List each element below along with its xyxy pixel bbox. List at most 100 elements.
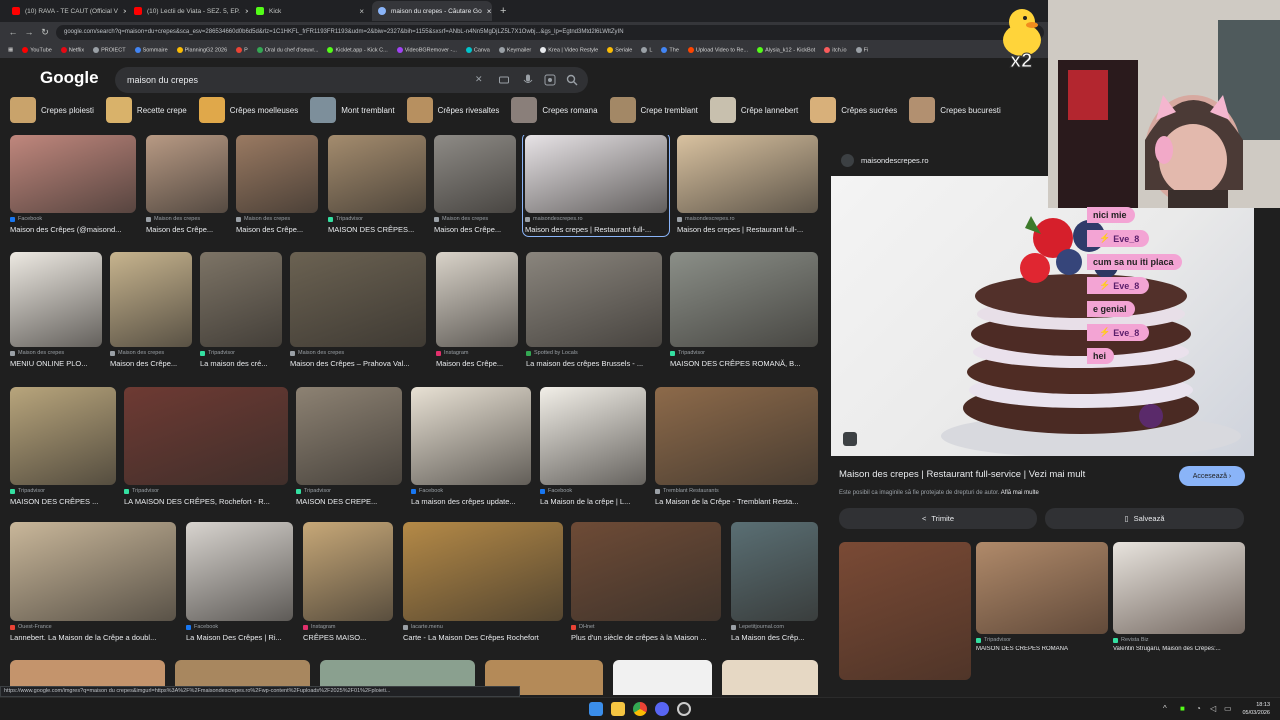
microphone-icon[interactable] [523, 74, 533, 86]
bookmark-item[interactable]: Fi [855, 46, 868, 53]
result-title[interactable]: MAISON DES CRÊPES... [328, 225, 426, 234]
related-image[interactable]: Tripadvisor MAISON DES CRÊPES ROMANĂ [976, 542, 1108, 652]
result-title[interactable]: MAISON DES CRÊPES ROMANĂ, B... [670, 359, 818, 368]
result-thumbnail[interactable] [236, 135, 318, 213]
tray-app-icon[interactable]: ■ [1180, 704, 1185, 713]
image-result[interactable]: Tripadvisor MAISON DES CRÊPES ROMANĂ, B..… [670, 252, 818, 368]
image-result[interactable]: maisondescrepes.ro Maison des crepes | Re… [677, 135, 818, 234]
result-thumbnail[interactable] [655, 387, 818, 485]
result-thumbnail[interactable] [411, 387, 531, 485]
image-result[interactable]: Maison des crepes Maison des Crêpe... [110, 252, 192, 368]
result-thumbnail[interactable] [434, 135, 516, 213]
bookmark-item[interactable]: Netflix [60, 46, 84, 53]
bookmark-item[interactable]: L [641, 46, 652, 53]
image-result[interactable]: Instagram Maison des Crêpe... [436, 252, 518, 368]
tab-3[interactable]: maison du crepes - Căutare Go × [372, 1, 492, 21]
image-result[interactable]: Tripadvisor MAISON DES CREPE... [296, 387, 402, 506]
chip-2[interactable]: Crêpes moelleuses [198, 97, 306, 123]
result-title[interactable]: La Maison Des Crêpes | Ri... [186, 633, 293, 642]
network-icon[interactable]: ◔ [1196, 704, 1201, 713]
result-thumbnail[interactable] [436, 252, 518, 347]
file-explorer-icon[interactable] [611, 702, 625, 716]
result-title[interactable]: LA MAISON DES CRÊPES, Rochefort - R... [124, 497, 288, 506]
bookmark-item[interactable]: Kicklet.app - Kick C... [327, 46, 388, 53]
result-thumbnail[interactable] [613, 660, 712, 695]
image-result[interactable]: maisondescrepes.ro Maison des crepes | Re… [522, 135, 670, 237]
bookmark-item[interactable]: Keymailer [498, 46, 531, 53]
result-thumbnail[interactable] [670, 252, 818, 347]
image-result[interactable]: Facebook La Maison Des Crêpes | Ri... [186, 522, 293, 642]
image-result[interactable]: Tripadvisor MAISON DES CRÊPES... [328, 135, 426, 234]
related-title[interactable]: Valentin Strugaru, Maison des Crêpes:... [1113, 646, 1245, 652]
result-thumbnail[interactable] [186, 522, 293, 621]
bookmark-item[interactable]: Upload Video to Re... [687, 46, 748, 53]
result-thumbnail[interactable] [110, 252, 192, 347]
result-title[interactable]: Maison des Crêpe... [236, 225, 318, 234]
google-logo[interactable]: Google [40, 68, 99, 88]
new-tab-button[interactable]: + [494, 5, 512, 17]
result-thumbnail[interactable] [200, 252, 282, 347]
image-result[interactable]: Instagram CRÊPES MAISO... [303, 522, 393, 642]
chip-0[interactable]: Crepes ploiesti [10, 97, 102, 123]
result-thumbnail[interactable] [10, 522, 176, 621]
result-title[interactable]: Maison des Crêpe... [146, 225, 228, 234]
result-thumbnail[interactable] [731, 522, 818, 621]
bookmark-item[interactable]: VideoBGRemover -... [396, 46, 457, 53]
result-title[interactable]: Maison des Crêpe... [110, 359, 192, 368]
image-result[interactable]: Maison des crepes MENIU ONLINE PLO... [10, 252, 102, 368]
chip-5[interactable]: Crepes romana [511, 97, 605, 123]
image-result[interactable]: Ouest-France Lannebert. La Maison de la C… [10, 522, 176, 642]
search-icon[interactable] [566, 74, 578, 86]
clear-icon[interactable]: ✕ [475, 74, 483, 85]
start-icon[interactable] [589, 702, 603, 716]
result-thumbnail[interactable] [328, 135, 426, 213]
result-thumbnail[interactable] [10, 135, 136, 213]
result-thumbnail[interactable] [10, 387, 116, 485]
image-result[interactable]: Lepetitjournal.com La Maison des Crêp... [731, 522, 818, 642]
image-result[interactable]: Facebook La maison des crêpes update... [411, 387, 531, 506]
chip-3[interactable]: Mont tremblant [310, 97, 402, 123]
related-title[interactable]: MAISON DES CRÊPES ROMANĂ [976, 646, 1108, 652]
image-result[interactable]: Maison des crepes Maison des Crêpe... [434, 135, 516, 234]
result-title[interactable]: La Maison de la crêpe | L... [540, 497, 646, 506]
result-title[interactable]: Maison des Crêpe... [434, 225, 516, 234]
bookmark-item[interactable]: Canva [465, 46, 490, 53]
result-thumbnail[interactable] [146, 135, 228, 213]
result-thumbnail[interactable] [290, 252, 426, 347]
bookmark-item[interactable]: P [236, 46, 248, 53]
result-title[interactable]: Maison des crepes | Restaurant full-... [525, 225, 667, 234]
result-title[interactable]: Lannebert. La Maison de la Crêpe a doubl… [10, 633, 176, 642]
image-result[interactable]: Facebook La Maison de la crêpe | L... [540, 387, 646, 506]
result-thumbnail[interactable] [526, 252, 662, 347]
bookmark-item[interactable]: The [661, 46, 679, 53]
image-result[interactable]: Tripadvisor La maison des cré... [200, 252, 282, 368]
back-button[interactable]: ← [8, 27, 18, 37]
search-input[interactable]: maison du crepes [127, 75, 198, 85]
result-thumbnail[interactable] [124, 387, 288, 485]
share-button[interactable]: < Trimite [839, 508, 1037, 529]
result-title[interactable]: MENIU ONLINE PLO... [10, 359, 102, 368]
image-result[interactable]: Spotted by Locals La maison des crêpes Br… [526, 252, 662, 368]
bookmark-item[interactable]: Oral du chef d'oeuvr... [256, 46, 318, 53]
preview-title[interactable]: Maison des crepes | Restaurant full-serv… [839, 469, 1085, 480]
image-result[interactable]: Facebook Maison des Crêpes (@maisond... [10, 135, 136, 234]
result-title[interactable]: La Maison des Crêp... [731, 633, 818, 642]
volume-icon[interactable]: ◁ [1210, 704, 1216, 713]
result-title[interactable]: Carte - La Maison Des Crêpes Rochefort [403, 633, 563, 642]
chrome-icon[interactable] [633, 702, 647, 716]
image-result[interactable]: Maison des crepes Maison des Crêpe... [146, 135, 228, 234]
forward-button[interactable]: → [24, 27, 34, 37]
result-title[interactable]: Maison des crepes | Restaurant full-... [677, 225, 818, 234]
image-result[interactable]: Tremblant Restaurants La Maison de la Crê… [655, 387, 818, 506]
image-result[interactable]: Tripadvisor LA MAISON DES CRÊPES, Rochefo… [124, 387, 288, 506]
related-image[interactable]: Revista Biz Valentin Strugaru, Maison des… [1113, 542, 1245, 652]
reload-button[interactable]: ↻ [40, 27, 50, 38]
image-result[interactable]: Maison des crepes Maison des Crêpes – Pra… [290, 252, 426, 368]
result-thumbnail[interactable] [10, 252, 102, 347]
result-thumbnail[interactable] [677, 135, 818, 213]
image-result[interactable] [722, 660, 818, 695]
result-title[interactable]: Maison des Crêpes (@maisond... [10, 225, 136, 234]
url-field[interactable]: google.com/search?q=maison+du+crepes&sca… [56, 24, 1044, 40]
related-thumbnail[interactable] [976, 542, 1108, 634]
search-box[interactable]: maison du crepes ✕ [115, 67, 588, 93]
